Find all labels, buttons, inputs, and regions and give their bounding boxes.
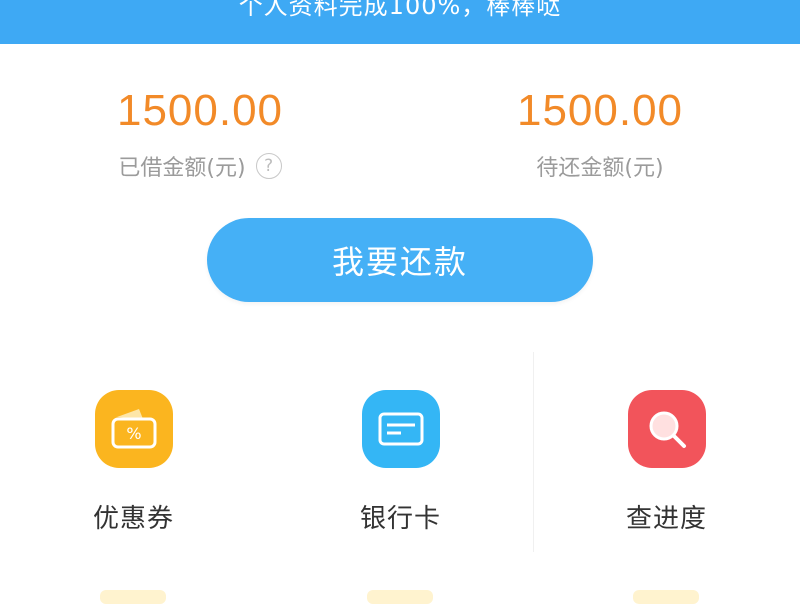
pending-repay-label: 待还金额(元)	[536, 156, 664, 181]
bank-card-icon	[361, 390, 440, 468]
borrowed-amount-value: 1500.00	[116, 86, 284, 135]
coupon-icon: %	[94, 390, 173, 468]
tile-check-progress[interactable]: 查进度	[533, 390, 800, 535]
coupon-label: 优惠券	[92, 504, 174, 534]
borrowed-amount-stat: 1500.00 已借金额(元) ?	[0, 86, 400, 182]
pending-repay-value: 1500.00	[516, 86, 684, 135]
help-icon[interactable]: ?	[255, 153, 282, 179]
top-banner: 个人资料完成100%，棒棒哒	[0, 0, 800, 44]
partial-icon	[100, 590, 166, 604]
tile-bank-card[interactable]: 银行卡	[267, 390, 534, 535]
search-progress-icon	[627, 390, 706, 468]
borrowed-amount-label: 已借金额(元)	[118, 156, 246, 181]
repay-button[interactable]: 我要还款	[207, 218, 593, 302]
check-progress-label: 查进度	[625, 504, 707, 534]
partial-icon	[633, 590, 699, 604]
svg-text:%: %	[126, 424, 141, 443]
pending-repay-stat: 1500.00 待还金额(元)	[400, 86, 800, 182]
partial-icon	[367, 590, 433, 604]
banner-text: 个人资料完成100%，棒棒哒	[238, 0, 562, 20]
bank-card-label: 银行卡	[359, 504, 441, 534]
tile-coupon[interactable]: % 优惠券	[0, 390, 267, 535]
